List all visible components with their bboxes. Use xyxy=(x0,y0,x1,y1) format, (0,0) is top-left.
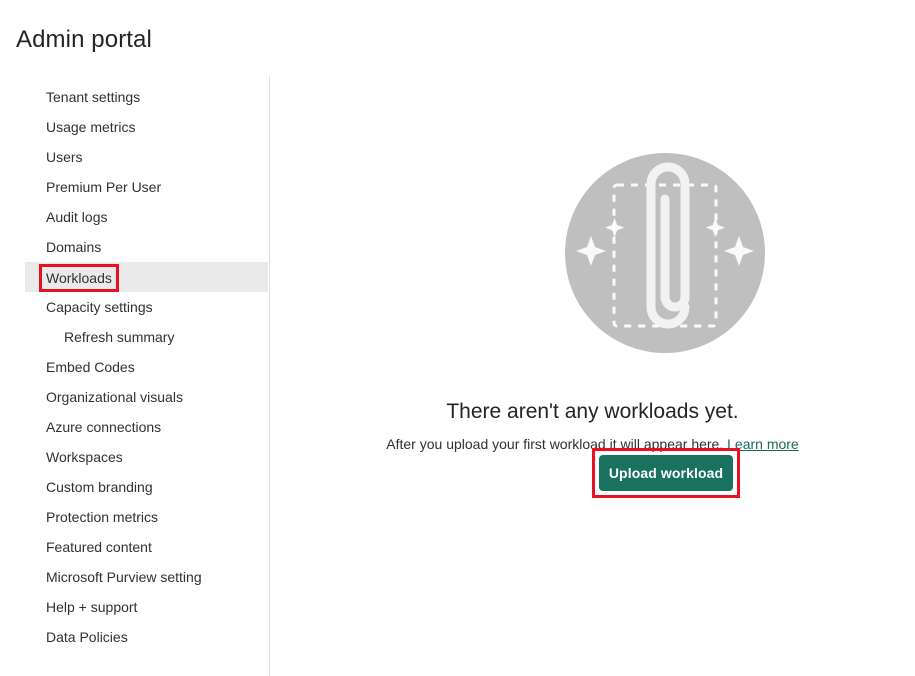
sidebar-item-label: Featured content xyxy=(46,539,152,555)
sidebar-item-refresh-summary[interactable]: Refresh summary xyxy=(0,322,269,352)
page-title: Admin portal xyxy=(16,26,152,53)
sidebar-item-label: Organizational visuals xyxy=(46,389,183,405)
sidebar-item-label: Premium Per User xyxy=(46,179,162,195)
page-layout: Tenant settings Usage metrics Users Premium… xyxy=(0,76,915,676)
sidebar-item-premium-per-user[interactable]: Premium Per User xyxy=(0,172,269,202)
sidebar-item-data-policies[interactable]: Data Policies xyxy=(0,622,269,652)
sidebar-item-label: Microsoft Purview setting xyxy=(46,569,202,585)
sidebar-item-domains[interactable]: Domains xyxy=(0,232,269,262)
sidebar-nav-list: Tenant settings Usage metrics Users Premium… xyxy=(0,76,269,652)
sidebar-item-capacity-settings[interactable]: Capacity settings xyxy=(0,292,269,322)
sidebar-item-audit-logs[interactable]: Audit logs xyxy=(0,202,269,232)
sidebar-item-protection-metrics[interactable]: Protection metrics xyxy=(0,502,269,532)
sidebar-item-microsoft-purview-setting[interactable]: Microsoft Purview setting xyxy=(0,562,269,592)
sidebar-item-label: Help + support xyxy=(46,599,138,615)
upload-workload-button[interactable]: Upload workload xyxy=(599,455,733,491)
sidebar-item-featured-content[interactable]: Featured content xyxy=(0,532,269,562)
sidebar-item-label: Domains xyxy=(46,239,102,255)
sidebar-item-label: Custom branding xyxy=(46,479,153,495)
sidebar-item-label: Refresh summary xyxy=(64,329,175,345)
sidebar-item-embed-codes[interactable]: Embed Codes xyxy=(0,352,269,382)
sidebar-item-label: Tenant settings xyxy=(46,89,141,105)
sidebar-item-usage-metrics[interactable]: Usage metrics xyxy=(0,112,269,142)
sidebar-item-label: Capacity settings xyxy=(46,299,153,315)
sidebar-item-organizational-visuals[interactable]: Organizational visuals xyxy=(0,382,269,412)
sidebar-item-label: Audit logs xyxy=(46,209,108,225)
sidebar-item-label: Protection metrics xyxy=(46,509,159,525)
sidebar-item-users[interactable]: Users xyxy=(0,142,269,172)
sidebar-item-label: Embed Codes xyxy=(46,359,135,375)
sidebar-item-workloads[interactable]: Workloads xyxy=(25,262,268,293)
sidebar-item-label: Workspaces xyxy=(46,449,123,465)
sidebar-item-label: Workloads xyxy=(39,264,119,293)
sidebar-item-label: Users xyxy=(46,149,83,165)
sidebar-item-custom-branding[interactable]: Custom branding xyxy=(0,472,269,502)
sidebar-item-workspaces[interactable]: Workspaces xyxy=(0,442,269,472)
sidebar-item-tenant-settings[interactable]: Tenant settings xyxy=(0,82,269,112)
paperclip-upload-illustration xyxy=(565,147,765,359)
sidebar-item-label: Azure connections xyxy=(46,419,162,435)
sidebar-item-label: Usage metrics xyxy=(46,119,136,135)
empty-state-title: There aren't any workloads yet. xyxy=(446,400,739,424)
sidebar: Tenant settings Usage metrics Users Premium… xyxy=(0,76,270,676)
main-content: There aren't any workloads yet. After yo… xyxy=(270,76,915,676)
sidebar-item-help-support[interactable]: Help + support xyxy=(0,592,269,622)
sidebar-item-azure-connections[interactable]: Azure connections xyxy=(0,412,269,442)
sidebar-item-label: Data Policies xyxy=(46,629,128,645)
